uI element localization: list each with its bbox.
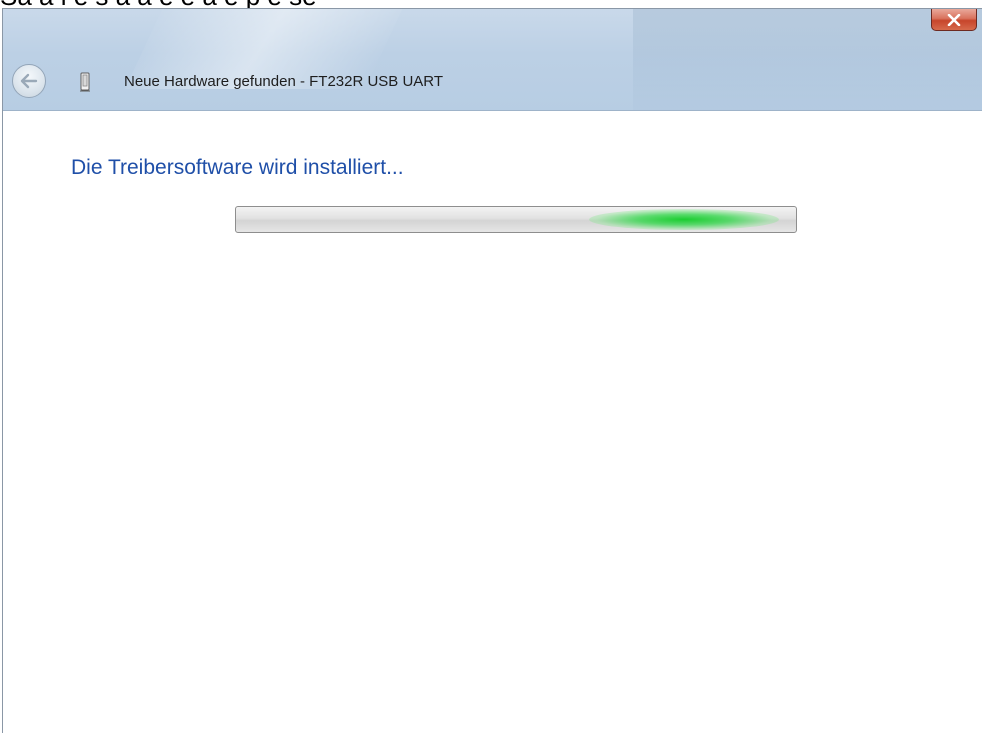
close-button[interactable] — [931, 9, 977, 31]
close-icon — [947, 13, 961, 26]
content-area: Die Treibersoftware wird installiert... — [3, 111, 982, 733]
progress-bar — [235, 206, 797, 233]
driver-install-window: Neue Hardware gefunden - FT232R USB UART… — [2, 8, 982, 733]
usb-device-icon — [80, 72, 90, 92]
screenshot-root: Sa a l e s a a e e a e p e se Neue Hard — [0, 0, 982, 733]
window-titlebar[interactable]: Neue Hardware gefunden - FT232R USB UART — [3, 9, 982, 111]
back-button[interactable] — [12, 64, 46, 98]
back-arrow-icon — [20, 73, 38, 89]
titlebar-glass-shade — [633, 9, 982, 110]
progress-marquee-glow — [589, 209, 779, 230]
window-title: Neue Hardware gefunden - FT232R USB UART — [124, 73, 444, 90]
page-heading: Die Treibersoftware wird installiert... — [71, 156, 404, 179]
